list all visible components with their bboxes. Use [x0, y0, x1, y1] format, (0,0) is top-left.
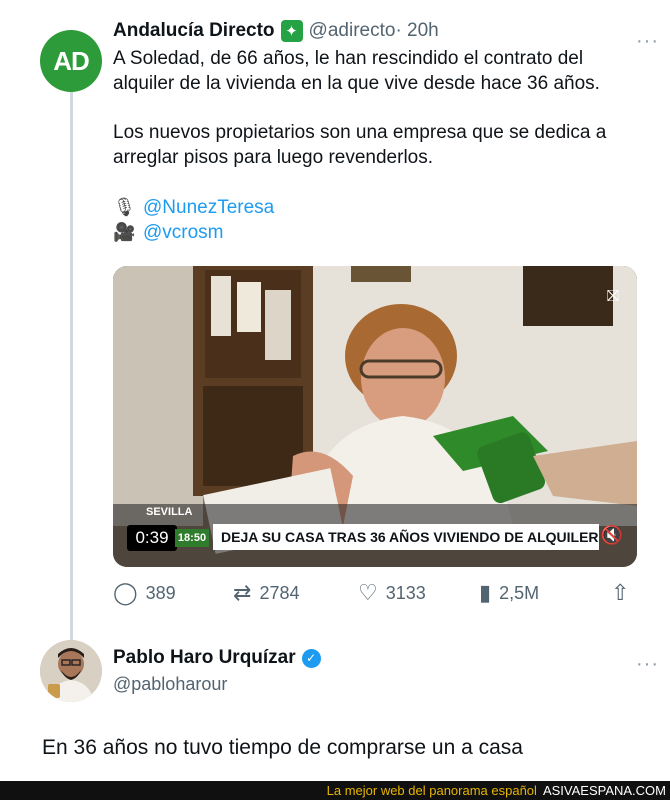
credit-item: 🎥 @vcrosm [113, 220, 633, 245]
sparkle-icon: ✦ [280, 20, 303, 42]
verified-icon: ✓ [301, 648, 321, 668]
sensitive-content-icon[interactable]: ⛝ [607, 288, 619, 306]
andalucia-directo-avatar[interactable]: AD [40, 30, 102, 92]
tweet-body: A Soledad, de 66 años, le han rescindido… [113, 46, 633, 170]
news-headline: DEJA SU CASA TRAS 36 AÑOS VIVIENDO DE AL… [213, 524, 599, 550]
mute-icon[interactable]: 🔇 [601, 525, 623, 546]
repost-count: 2784 [259, 582, 300, 603]
microphone-icon: 🎙 [113, 197, 136, 217]
reply-tweet: Pablo Haro Urquízar ✓ @pabloharour ··· [113, 647, 658, 695]
reply-body: En 36 años no tuvo tiempo de comprarse u… [42, 736, 523, 759]
broadcast-clock: 18:50 [175, 529, 209, 547]
reply-author-handle[interactable]: @pabloharour [113, 674, 633, 695]
pablo-avatar[interactable] [40, 640, 102, 702]
tweet-paragraph: Los nuevos propietarios son una empresa … [113, 122, 607, 168]
tweet-time[interactable]: · 20h [395, 20, 438, 42]
tweet-header: Andalucía Directo ✦ @adirecto · 20h [113, 20, 633, 42]
video-timer: 0:39 [127, 525, 177, 551]
watermark-footer: La mejor web del panorama español ASIVAE… [0, 781, 670, 800]
video-frame [113, 266, 637, 567]
footer-site[interactable]: ASIVAESPANA.COM [543, 783, 666, 798]
bar-chart-icon: ▮ [479, 580, 492, 605]
footer-tagline: La mejor web del panorama español [326, 783, 537, 798]
view-count: 2,5M [499, 582, 540, 603]
video-player[interactable]: ⛝ SEVILLA 0:39 18:50 DEJA SU CASA TRAS 3… [113, 266, 637, 567]
reply-author-name[interactable]: Pablo Haro Urquízar [113, 647, 296, 669]
credit-item: 🎙 @NunezTeresa [113, 195, 633, 220]
tweet-actions: ◯ 389 ⇄ 2784 ♡ 3133 ▮ 2,5M ⇧ [113, 578, 638, 608]
views-button[interactable]: ▮ 2,5M [479, 580, 539, 606]
location-label: SEVILLA [146, 506, 193, 518]
more-options-icon[interactable]: ··· [636, 30, 659, 53]
mention-link[interactable]: @NunezTeresa [143, 195, 274, 220]
avatar-logo-text: AD [53, 45, 90, 76]
more-options-icon[interactable]: ··· [636, 653, 659, 676]
share-button[interactable]: ⇧ [611, 580, 637, 606]
main-tweet: Andalucía Directo ✦ @adirecto · 20h ··· … [113, 20, 658, 245]
reply-count: 389 [145, 582, 176, 603]
like-button[interactable]: ♡ 3133 [358, 580, 426, 606]
repost-icon: ⇄ [233, 580, 252, 605]
video-camera-icon: 🎥 [113, 222, 136, 242]
repost-button[interactable]: ⇄ 2784 [233, 580, 299, 606]
heart-icon: ♡ [358, 580, 378, 605]
author-handle[interactable]: @adirecto [309, 20, 396, 42]
share-icon: ⇧ [611, 580, 630, 605]
reply-header: Pablo Haro Urquízar ✓ [113, 647, 633, 669]
tweet-paragraph: A Soledad, de 66 años, le han rescindido… [113, 48, 600, 94]
author-name[interactable]: Andalucía Directo [113, 20, 275, 42]
mention-link[interactable]: @vcrosm [143, 220, 224, 245]
like-count: 3133 [385, 582, 426, 603]
thread-connector [70, 86, 73, 642]
credits-list: 🎙 @NunezTeresa 🎥 @vcrosm [113, 195, 633, 245]
avatar-photo [40, 640, 102, 702]
reply-icon: ◯ [113, 580, 138, 605]
reply-button[interactable]: ◯ 389 [113, 580, 176, 606]
